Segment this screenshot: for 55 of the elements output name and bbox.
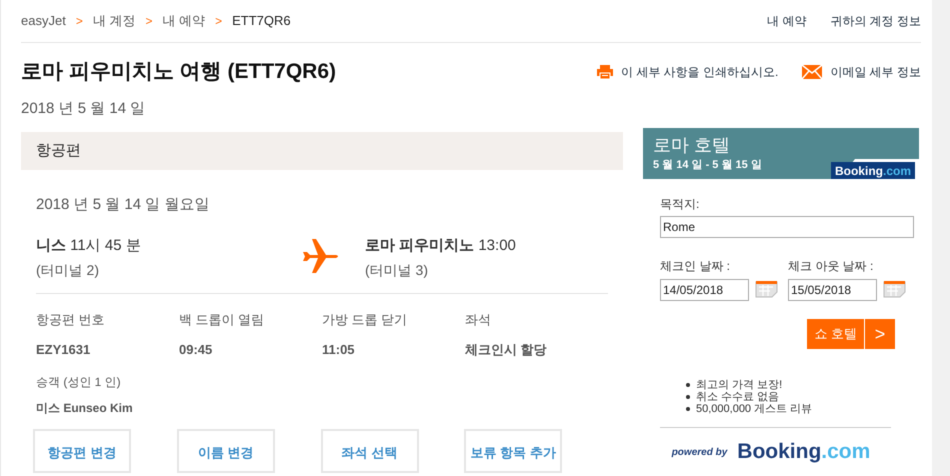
passenger-name: 미스 Eunseo Kim <box>36 400 134 417</box>
section-header: 항공편 <box>21 132 623 170</box>
detail-value: 체크인시 할당 <box>465 340 548 358</box>
action-button[interactable]: 좌석 선택 <box>320 429 418 473</box>
separator-icon: > <box>215 12 222 30</box>
terminal-label: (터미널 3) <box>365 261 429 280</box>
field-label: 체크인 날짜 : <box>660 258 732 275</box>
action-link[interactable]: 이메일 세부 정보 <box>830 62 921 81</box>
flight-stop: 니스 11시 45 분 <box>36 236 142 256</box>
printer-icon <box>596 64 613 80</box>
benefit-text: 최고의 가격 보장! <box>696 379 782 391</box>
nav-link[interactable]: 내 예약 <box>766 12 806 30</box>
booking-logo: Booking.com <box>737 440 870 464</box>
detail-label: 항공편 번호 <box>36 311 106 329</box>
detail-label: 좌석 <box>465 311 492 329</box>
booking-logo: Booking.com <box>830 162 915 179</box>
detail-value: EZY1631 <box>36 340 92 358</box>
page-title: 로마 피우미치노 여행 (ETT7QR6) <box>21 59 336 85</box>
detail-label: 가방 드롭 닫기 <box>322 311 408 329</box>
flight-date: 2018 년 5 월 14 일 월요일 <box>36 195 210 215</box>
terminal-label: (터미널 2) <box>36 261 100 280</box>
breadcrumb-link[interactable]: 내 계정 <box>92 11 136 31</box>
nav-link[interactable]: 귀하의 계정 정보 <box>830 12 921 30</box>
powered-by-label: powered by <box>672 446 728 460</box>
destination-field[interactable]: Rome <box>660 216 914 238</box>
detail-value: 11:05 <box>322 340 356 358</box>
separator-icon: > <box>145 12 152 30</box>
field-label: 체크 아웃 날짜 : <box>788 258 874 275</box>
booking-date: 2018 년 5 월 14 일 <box>21 98 146 118</box>
detail-label: 백 드롭이 열림 <box>179 311 266 329</box>
flight-stop: 로마 피우미치노 13:00 <box>365 236 516 256</box>
action-link[interactable]: 이 세부 사항을 인쇄하십시오. <box>620 62 778 81</box>
benefit-text: 취소 수수료 없음 <box>696 391 780 403</box>
passengers-label: 승객 (성인 1 인) <box>36 374 122 391</box>
breadcrumb-current: ETT7QR6 <box>232 12 291 30</box>
action-button[interactable]: 항공편 변경 <box>33 429 131 473</box>
calendar-icon[interactable] <box>883 280 906 298</box>
hotel-dates: 5 월 14 일 - 5 월 15 일 <box>653 158 762 173</box>
separator-icon: > <box>76 12 83 30</box>
hotel-title: 로마 호텔 <box>653 134 732 157</box>
breadcrumb-link[interactable]: 내 예약 <box>162 11 206 31</box>
action-button[interactable]: 이름 변경 <box>176 429 275 473</box>
bullet-icon <box>686 407 690 411</box>
field-label: 목적지: <box>660 196 700 213</box>
airplane-icon <box>301 238 341 274</box>
bullet-icon <box>686 395 690 399</box>
detail-value: 09:45 <box>179 340 214 358</box>
date-field[interactable]: 14/05/2018 <box>660 279 749 301</box>
action-button[interactable]: 보류 항목 추가 <box>464 429 562 473</box>
calendar-icon[interactable] <box>755 280 778 298</box>
benefit-text: 50,000,000 게스트 리뷰 <box>696 403 812 415</box>
date-field[interactable]: 15/05/2018 <box>788 279 877 301</box>
breadcrumb-link[interactable]: easyJet <box>21 11 66 31</box>
envelope-icon <box>802 64 822 79</box>
bullet-icon <box>686 383 690 387</box>
